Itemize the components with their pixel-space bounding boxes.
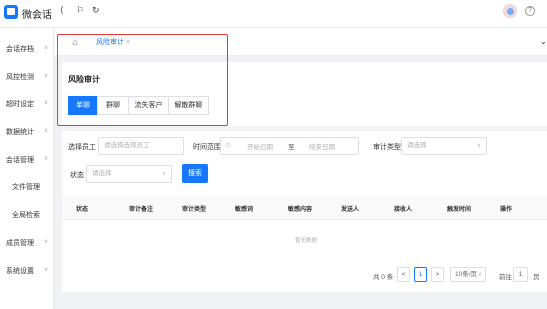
sidebar-item-archive[interactable]: 会话存档 ∨ <box>0 42 54 56</box>
next-page-button[interactable]: > <box>431 267 444 282</box>
sidebar-item-stats[interactable]: 数据统计 ∨ <box>0 125 54 139</box>
chevron-down-icon: ∨ <box>44 266 49 273</box>
page-size-value: 10条/页 <box>455 271 478 278</box>
top-header: 微会话 ⟨ ⚐ ↻ ? <box>0 0 547 28</box>
time-range-label: 时间范围 <box>193 144 221 151</box>
sidebar-item-session[interactable]: 会话管理 ∧ <box>0 153 54 167</box>
chevron-down-icon: ∨ <box>44 44 49 51</box>
sidebar-item-members[interactable]: 成员管理 ∨ <box>0 236 54 250</box>
prev-page-button[interactable]: < <box>397 267 410 282</box>
sidebar-item-timeout[interactable]: 超时设定 ∨ <box>0 97 54 111</box>
help-icon[interactable]: ? <box>525 6 535 16</box>
sidebar-item-label: 会话存档 <box>6 46 34 53</box>
page-number-button[interactable]: 1 <box>414 267 427 282</box>
column-header: 敏感词 <box>235 207 254 213</box>
range-separator: 至 <box>288 144 295 151</box>
sidebar-item-label: 系统设置 <box>6 268 34 275</box>
column-header: 敏感内容 <box>288 207 313 213</box>
page-size-select[interactable]: 10条/页 ∨ <box>450 267 486 282</box>
sidebar-item-settings[interactable]: 系统设置 ∨ <box>0 264 54 278</box>
page-suffix: 页 <box>533 274 540 281</box>
status-placeholder: 请选择 <box>92 170 112 177</box>
search-button[interactable]: 搜索 <box>182 164 208 183</box>
goto-label: 前往 <box>499 274 512 281</box>
column-header: 接收人 <box>394 207 413 213</box>
sidebar-item-files[interactable]: 文件管理 <box>0 180 54 194</box>
sidebar-item-label: 风控检测 <box>6 74 34 81</box>
chevron-down-icon: ∨ <box>44 72 49 79</box>
column-header: 审计备注 <box>129 207 154 213</box>
empty-state-text: 暂无数据 <box>295 238 318 244</box>
chevron-up-icon: ∧ <box>44 155 49 162</box>
chevron-down-icon: ∨ <box>44 238 49 245</box>
app-title: 微会话 <box>22 10 52 21</box>
status-label: 状态 <box>70 172 84 179</box>
employee-label: 选择员工 <box>68 144 96 151</box>
pagination-total: 共 0 条 <box>373 274 394 281</box>
column-header: 触发时间 <box>447 207 472 213</box>
employee-select[interactable]: 请选择选择员工 <box>98 137 184 155</box>
refresh-icon[interactable]: ↻ <box>92 6 100 16</box>
end-date-input[interactable]: 结束日期 <box>309 141 335 151</box>
audit-type-placeholder: 请选择 <box>407 142 427 149</box>
column-header: 状态 <box>76 207 89 213</box>
chevron-down-icon: ∨ <box>476 142 481 149</box>
chevron-down-icon: ∨ <box>477 271 482 278</box>
app-logo-icon <box>4 5 18 19</box>
column-header: 发送人 <box>341 207 360 213</box>
sidebar-item-label: 成员管理 <box>6 240 34 247</box>
sidebar-item-label: 会话管理 <box>6 157 34 164</box>
sidebar: 会话存档 ∨ 风控检测 ∨ 超时设定 ∨ 数据统计 ∨ 会话管理 ∧ 文件管理 … <box>0 28 54 309</box>
avatar[interactable] <box>503 4 517 18</box>
start-date-input[interactable]: 开始日期 <box>247 141 273 151</box>
column-header: 审计类型 <box>182 207 207 213</box>
chevron-down-icon: ∨ <box>44 99 49 106</box>
chevron-down-icon[interactable]: ⌄ <box>540 37 547 46</box>
flag-icon[interactable]: ⚐ <box>76 6 84 16</box>
back-icon[interactable]: ⟨ <box>60 6 64 16</box>
date-range-picker[interactable]: ◷ 开始日期 至 结束日期 <box>220 137 359 155</box>
sidebar-item-risk[interactable]: 风控检测 ∨ <box>0 70 54 84</box>
sidebar-item-label: 全局检索 <box>12 212 40 219</box>
chevron-down-icon: ∨ <box>161 170 166 177</box>
chevron-down-icon: ∨ <box>44 127 49 134</box>
sidebar-item-label: 超时设定 <box>6 101 34 108</box>
highlight-box <box>57 34 228 126</box>
table-header: 状态 审计备注 审计类型 敏感词 敏感内容 发送人 接收人 触发时间 操作 <box>62 196 547 220</box>
audit-type-label: 审计类型 <box>373 144 401 151</box>
calendar-icon: ◷ <box>225 141 231 149</box>
audit-type-select[interactable]: 请选择 ∨ <box>401 137 487 155</box>
goto-page-input[interactable]: 1 <box>513 267 528 282</box>
sidebar-item-label: 文件管理 <box>12 184 40 191</box>
status-select[interactable]: 请选择 ∨ <box>86 165 172 183</box>
sidebar-item-label: 数据统计 <box>6 129 34 136</box>
sidebar-item-search[interactable]: 全局检索 <box>0 208 54 222</box>
column-header: 操作 <box>500 207 513 213</box>
